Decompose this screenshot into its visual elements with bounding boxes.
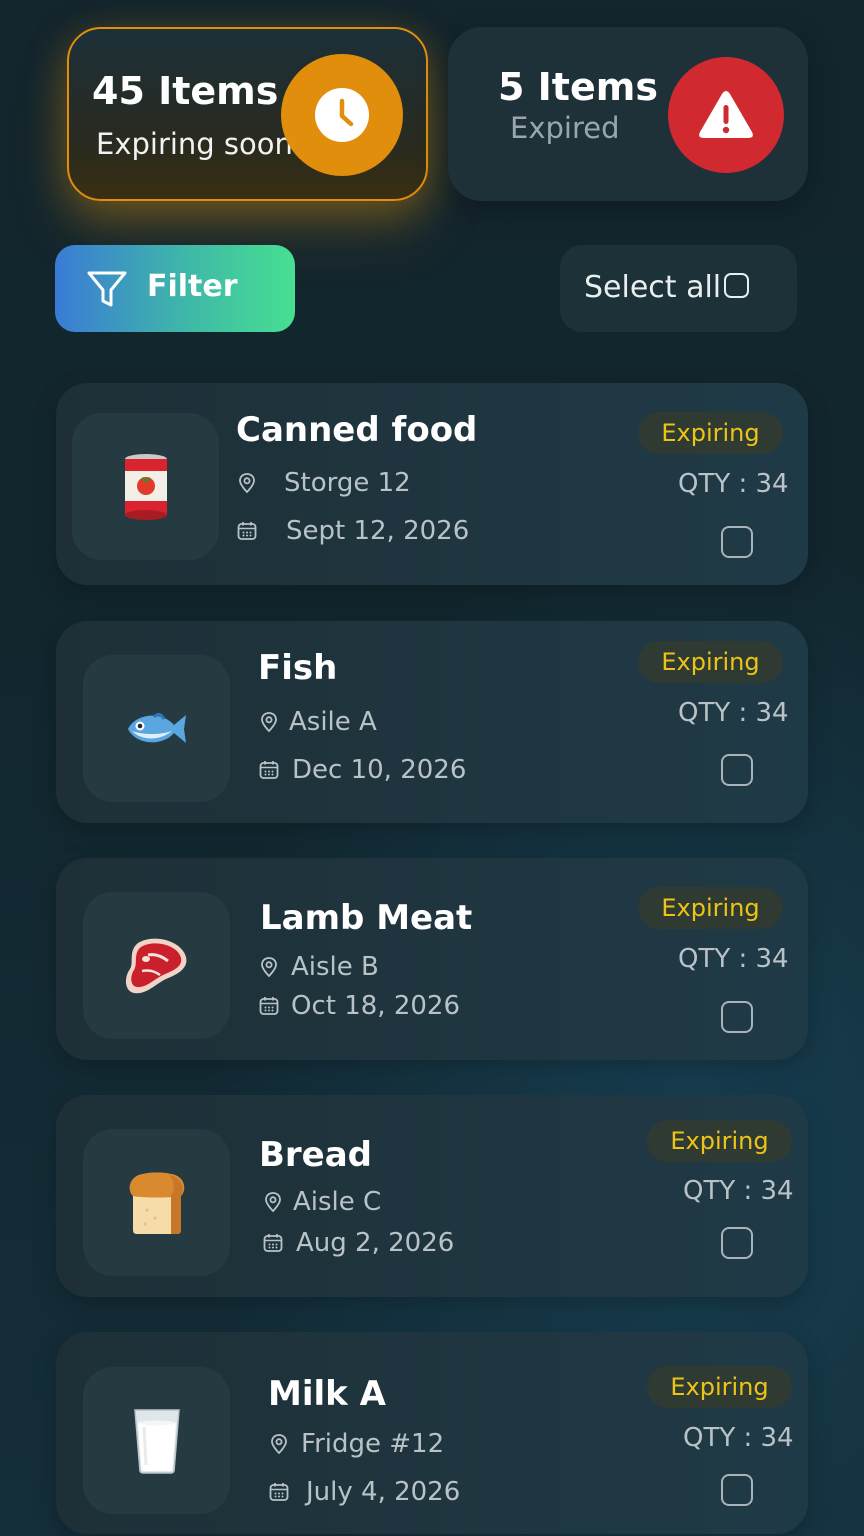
item-checkbox[interactable] bbox=[721, 526, 753, 558]
warning-icon bbox=[668, 57, 784, 173]
select-all-checkbox[interactable] bbox=[724, 273, 749, 298]
item-location: Storge 12 bbox=[236, 468, 411, 498]
item-card[interactable]: Bread Aisle C Aug 2, 2026 Expiring QTY :… bbox=[56, 1095, 808, 1297]
item-location: Aisle C bbox=[262, 1187, 381, 1217]
item-name: Bread bbox=[259, 1135, 373, 1175]
expired-count: 5 Items bbox=[498, 65, 658, 109]
item-card[interactable]: Lamb Meat Aisle B Oct 18, 2026 Expiring … bbox=[56, 858, 808, 1060]
meat-icon bbox=[125, 938, 186, 993]
item-name: Milk A bbox=[268, 1374, 386, 1414]
location-pin-icon bbox=[271, 1434, 287, 1455]
location-pin-icon bbox=[261, 712, 277, 733]
filter-label: Filter bbox=[147, 269, 238, 304]
item-qty: QTY : 34 bbox=[683, 1423, 794, 1453]
fish-icon bbox=[127, 712, 186, 743]
item-qty: QTY : 34 bbox=[678, 469, 789, 499]
expired-card[interactable]: 5 Items Expired bbox=[448, 27, 808, 201]
calendar-icon bbox=[259, 997, 279, 1015]
item-date: Dec 10, 2026 bbox=[258, 755, 466, 785]
funnel-icon bbox=[87, 271, 127, 307]
expiring-soon-count: 45 Items bbox=[92, 69, 279, 113]
item-date: Aug 2, 2026 bbox=[262, 1228, 454, 1258]
item-thumbnail bbox=[83, 1367, 230, 1514]
item-location: Asile A bbox=[258, 707, 377, 737]
expired-label: Expired bbox=[510, 111, 620, 145]
item-location-text: Aisle B bbox=[291, 952, 379, 982]
bread-icon bbox=[129, 1172, 184, 1234]
select-all-label: Select all bbox=[584, 270, 722, 305]
item-location-text: Aisle C bbox=[293, 1187, 382, 1217]
item-location: Fridge #12 bbox=[268, 1429, 444, 1459]
milk-glass-icon bbox=[133, 1408, 180, 1474]
item-date-text: Oct 18, 2026 bbox=[291, 991, 460, 1021]
item-checkbox[interactable] bbox=[721, 1227, 753, 1259]
item-thumbnail bbox=[72, 413, 219, 560]
item-qty: QTY : 34 bbox=[678, 698, 789, 728]
item-name: Lamb Meat bbox=[260, 898, 473, 938]
calendar-icon bbox=[237, 522, 257, 540]
item-date-text: Dec 10, 2026 bbox=[292, 755, 467, 785]
item-checkbox[interactable] bbox=[721, 1474, 753, 1506]
item-card[interactable]: Fish Asile A Dec 10, 2026 Expiring QTY :… bbox=[56, 621, 808, 823]
canned-food-icon bbox=[124, 453, 167, 520]
item-date-text: Aug 2, 2026 bbox=[296, 1228, 455, 1258]
status-badge: Expiring bbox=[647, 1120, 792, 1162]
status-badge: Expiring bbox=[638, 641, 783, 683]
item-card[interactable]: Milk A Fridge #12 July 4, 2026 Expiring … bbox=[56, 1332, 808, 1534]
item-date: Oct 18, 2026 bbox=[258, 991, 460, 1021]
select-all-button[interactable]: Select all bbox=[560, 245, 797, 332]
item-thumbnail bbox=[83, 655, 230, 802]
item-location: Aisle B bbox=[258, 952, 379, 982]
clock-icon bbox=[281, 54, 403, 176]
item-thumbnail bbox=[83, 892, 230, 1039]
expiring-soon-label: Expiring soon bbox=[96, 127, 293, 161]
item-checkbox[interactable] bbox=[721, 754, 753, 786]
location-pin-icon bbox=[261, 957, 277, 978]
expiring-soon-card[interactable]: 45 Items Expiring soon bbox=[67, 27, 428, 201]
status-badge: Expiring bbox=[647, 1366, 792, 1408]
item-date-text: Sept 12, 2026 bbox=[286, 516, 470, 546]
item-date-text: July 4, 2026 bbox=[306, 1477, 461, 1507]
item-date: Sept 12, 2026 bbox=[236, 516, 469, 546]
status-badge: Expiring bbox=[638, 412, 783, 454]
item-qty: QTY : 34 bbox=[683, 1176, 794, 1206]
calendar-icon bbox=[269, 1483, 289, 1501]
item-location-text: Storge 12 bbox=[284, 468, 411, 498]
item-name: Fish bbox=[258, 648, 338, 688]
item-qty: QTY : 34 bbox=[678, 944, 789, 974]
item-name: Canned food bbox=[236, 410, 478, 450]
item-checkbox[interactable] bbox=[721, 1001, 753, 1033]
status-badge: Expiring bbox=[638, 887, 783, 929]
calendar-icon bbox=[263, 1234, 283, 1252]
item-location-text: Fridge #12 bbox=[301, 1429, 445, 1459]
filter-button[interactable]: Filter bbox=[55, 245, 295, 332]
item-location-text: Asile A bbox=[289, 707, 377, 737]
item-card[interactable]: Canned food Storge 12 Sept 12, 2026 Expi… bbox=[56, 383, 808, 585]
location-pin-icon bbox=[265, 1192, 281, 1213]
item-thumbnail bbox=[83, 1129, 230, 1276]
calendar-icon bbox=[259, 761, 279, 779]
item-date: July 4, 2026 bbox=[268, 1477, 460, 1507]
location-pin-icon bbox=[239, 473, 255, 494]
